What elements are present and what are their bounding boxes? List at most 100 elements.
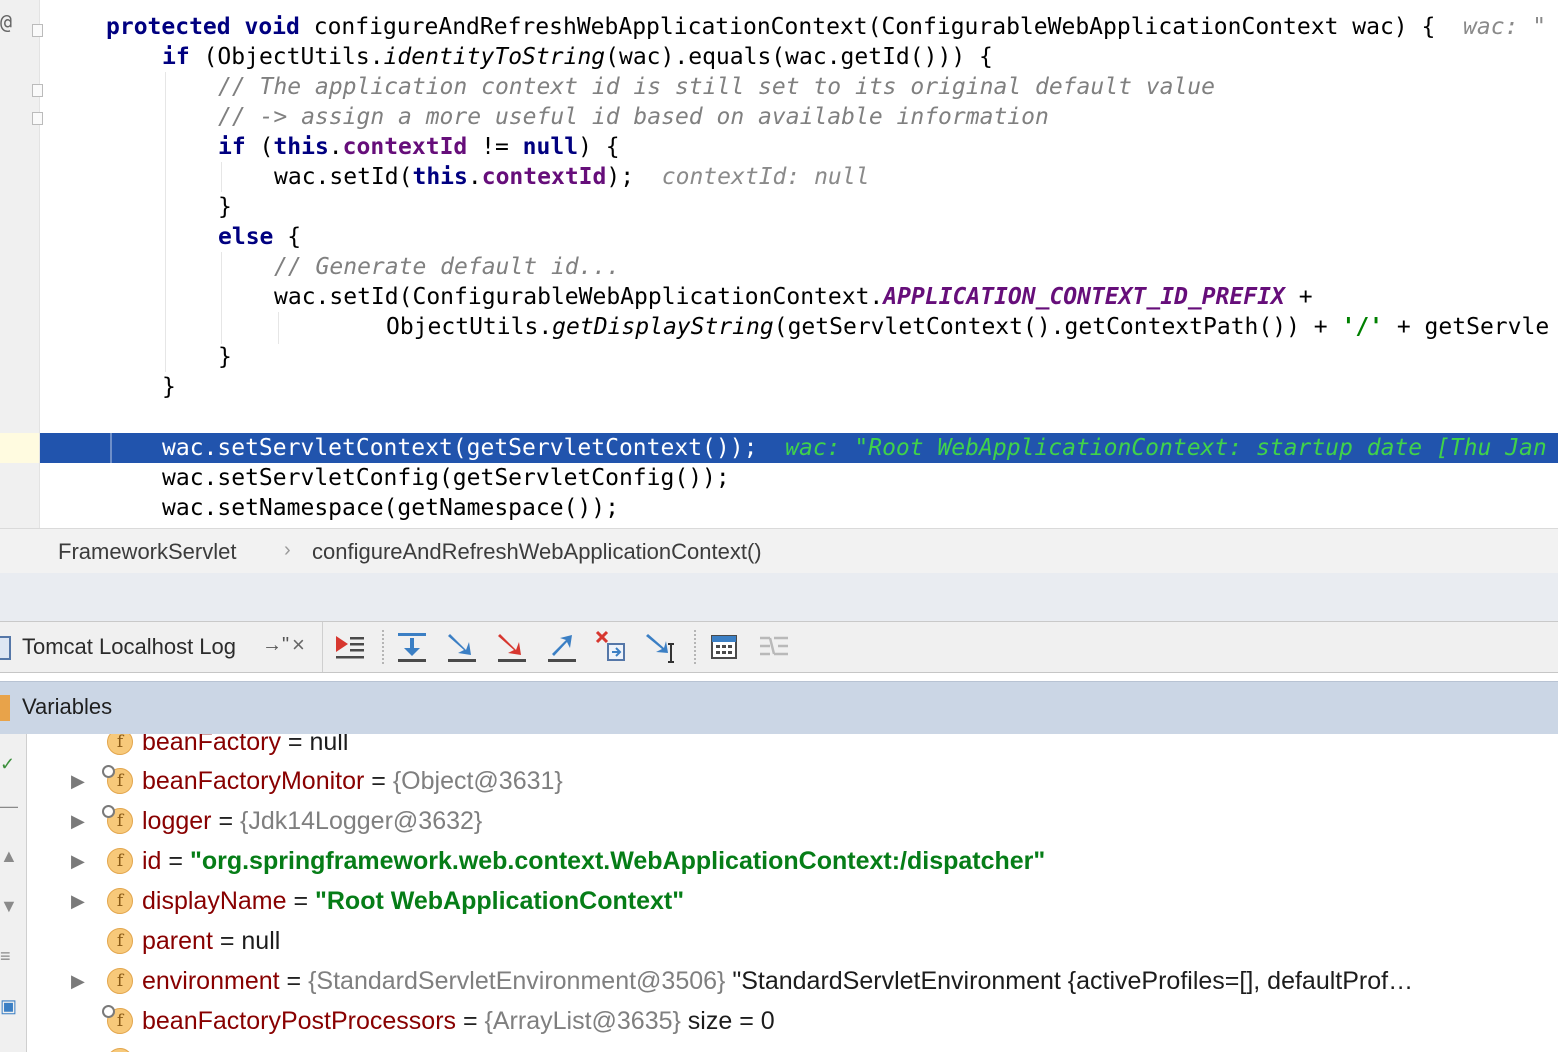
code-line[interactable]: wac.setId(this.contextId); contextId: nu… bbox=[40, 162, 869, 192]
step-into-button[interactable] bbox=[442, 628, 482, 666]
variable-value: null bbox=[309, 734, 349, 756]
variable-value: "org.springframework.web.context.WebAppl… bbox=[189, 847, 1046, 875]
copy-icon[interactable]: ≡ bbox=[0, 946, 11, 967]
variable-name: id bbox=[142, 847, 162, 875]
step-out-button[interactable] bbox=[542, 628, 582, 666]
field-reference: contextId bbox=[481, 164, 607, 190]
minus-icon[interactable]: — bbox=[0, 796, 18, 817]
breadcrumb-item-method[interactable]: configureAndRefreshWebApplicationContext… bbox=[312, 539, 762, 565]
variable-value: "Root WebApplicationContext" bbox=[315, 887, 685, 915]
code-line[interactable]: wac.setServletContext(getServletContext(… bbox=[40, 433, 1547, 463]
expand-arrow-icon[interactable]: ▶ bbox=[71, 761, 85, 801]
evaluate-expression-button[interactable] bbox=[704, 628, 744, 666]
variable-value: {Object@3631} bbox=[392, 767, 563, 795]
expand-arrow-icon[interactable]: ▶ bbox=[71, 961, 85, 1001]
code-line[interactable]: else { bbox=[40, 222, 301, 252]
breadcrumb-item-class[interactable]: FrameworkServlet bbox=[58, 539, 236, 565]
code-line[interactable]: if (this.contextId != null) { bbox=[40, 132, 620, 162]
variable-name: logger bbox=[142, 807, 212, 835]
code-comment[interactable]: // Generate default id... bbox=[40, 252, 620, 282]
step-over-button[interactable] bbox=[392, 628, 432, 666]
keyword: else bbox=[218, 224, 274, 250]
inline-debug-value: contextId: null bbox=[661, 164, 870, 190]
watch-icon[interactable]: ▣ bbox=[0, 996, 17, 1017]
code-text: + getServle bbox=[1383, 314, 1550, 340]
trace-current-stream-icon bbox=[760, 636, 788, 656]
run-to-cursor-button[interactable] bbox=[642, 628, 682, 666]
code-text: ( bbox=[245, 134, 274, 160]
arrow-down-icon[interactable]: ▼ bbox=[0, 896, 18, 917]
code-text: (wac).equals(wac.getId())) { bbox=[605, 44, 993, 70]
force-step-into-icon bbox=[498, 634, 526, 662]
force-step-into-button[interactable] bbox=[492, 628, 532, 666]
variables-side-toolbar: ✓ — ▲ ▼ ≡ ▣ bbox=[0, 734, 27, 1052]
expand-arrow-icon[interactable]: ▶ bbox=[71, 841, 85, 881]
toolbar-separator bbox=[694, 630, 696, 664]
keyword: this bbox=[273, 134, 329, 160]
expand-arrow-icon[interactable]: ▶ bbox=[71, 881, 85, 921]
panel-divider[interactable] bbox=[0, 573, 1558, 622]
drop-frame-button[interactable] bbox=[592, 628, 632, 666]
code-line[interactable]: wac.setServletConfig(getServletConfig())… bbox=[40, 463, 730, 493]
variables-title: Variables bbox=[22, 694, 113, 719]
variable-value: {ArrayList@3635} bbox=[484, 1007, 681, 1035]
variables-tree[interactable]: f beanFactory = null ▶ f beanFactoryMoni… bbox=[27, 734, 1558, 1052]
arrow-up-icon[interactable]: ▲ bbox=[0, 846, 18, 867]
expand-arrow-icon[interactable]: ▶ bbox=[71, 801, 85, 841]
final-modifier-icon bbox=[102, 765, 115, 778]
variable-row[interactable]: ▶ f id = "org.springframework.web.contex… bbox=[27, 841, 1558, 881]
code-comment[interactable]: // -> assign a more useful id based on a… bbox=[40, 102, 1049, 132]
variable-row[interactable]: ▶ f environment = {StandardServletEnviro… bbox=[27, 961, 1558, 1001]
breadcrumb-separator: › bbox=[284, 539, 291, 561]
variable-row[interactable]: f beanFactory = null bbox=[27, 734, 1558, 762]
trace-current-stream-button[interactable] bbox=[754, 628, 794, 666]
field-reference: contextId bbox=[342, 134, 468, 160]
code-line[interactable]: protected void configureAndRefreshWebApp… bbox=[40, 12, 1546, 42]
variable-row[interactable]: f beanFactoryPostProcessors = {ArrayList… bbox=[27, 1001, 1558, 1041]
close-icon[interactable]: × bbox=[292, 632, 305, 658]
variable-row[interactable]: f bbox=[27, 1041, 1558, 1052]
override-marker-icon[interactable]: @ bbox=[0, 10, 12, 34]
debug-toolbar: Tomcat Localhost Log →" × bbox=[0, 622, 1558, 673]
step-over-icon bbox=[398, 633, 426, 662]
keyword: if bbox=[162, 44, 190, 70]
code-editor[interactable]: @ protected void configureAndRefreshWebA… bbox=[0, 0, 1558, 528]
code-text: ) { bbox=[578, 134, 620, 160]
variable-name: displayName bbox=[142, 887, 287, 915]
inline-debug-value: wac: " bbox=[1463, 14, 1547, 40]
code-comment[interactable]: // The application context id is still s… bbox=[40, 72, 1215, 102]
code-text: ); bbox=[606, 164, 635, 190]
string-literal: '/' bbox=[1341, 314, 1384, 340]
variable-row[interactable]: ▶ f displayName = "Root WebApplicationCo… bbox=[27, 881, 1558, 921]
tab-tomcat-localhost-log[interactable]: Tomcat Localhost Log →" × bbox=[0, 622, 323, 672]
code-text: . bbox=[467, 164, 482, 190]
code-line[interactable]: wac.setNamespace(getNamespace()); bbox=[40, 493, 619, 523]
show-execution-point-button[interactable] bbox=[330, 628, 370, 666]
variable-name: parent bbox=[142, 927, 213, 955]
variable-row[interactable]: f parent = null bbox=[27, 921, 1558, 961]
code-text: wac.setId( bbox=[274, 164, 413, 190]
static-method: identityToString bbox=[383, 44, 606, 70]
code-line[interactable]: } bbox=[40, 342, 232, 372]
variable-value: {Jdk14Logger@3632} bbox=[240, 807, 483, 835]
variable-row[interactable]: ▶ f logger = {Jdk14Logger@3632} bbox=[27, 801, 1558, 841]
keyword: null bbox=[522, 134, 579, 160]
check-icon[interactable]: ✓ bbox=[0, 754, 15, 775]
code-line[interactable]: } bbox=[40, 192, 232, 222]
variable-row[interactable]: ▶ f beanFactoryMonitor = {Object@3631} bbox=[27, 761, 1558, 801]
variable-name: beanFactoryPostProcessors bbox=[142, 1007, 457, 1035]
variable-name: beanFactoryMonitor bbox=[142, 767, 365, 795]
code-text: ObjectUtils. bbox=[386, 314, 553, 340]
code-line[interactable]: if (ObjectUtils.identityToString(wac).eq… bbox=[40, 42, 993, 72]
code-line[interactable]: ObjectUtils.getDisplayString(getServletC… bbox=[40, 312, 1549, 342]
keyword: protected bbox=[106, 14, 231, 40]
static-constant: APPLICATION_CONTEXT_ID_PREFIX bbox=[883, 284, 1285, 310]
variable-value: null bbox=[241, 927, 281, 955]
variable-size: size = 0 bbox=[680, 1007, 775, 1035]
breadcrumb: FrameworkServlet › configureAndRefreshWe… bbox=[0, 528, 1558, 574]
pin-tab-icon[interactable]: →" bbox=[262, 634, 289, 657]
variable-name: beanFactory bbox=[142, 734, 281, 756]
show-execution-point-icon bbox=[336, 636, 364, 659]
code-line[interactable]: wac.setId(ConfigurableWebApplicationCont… bbox=[40, 282, 1313, 312]
code-line[interactable]: } bbox=[40, 372, 176, 402]
